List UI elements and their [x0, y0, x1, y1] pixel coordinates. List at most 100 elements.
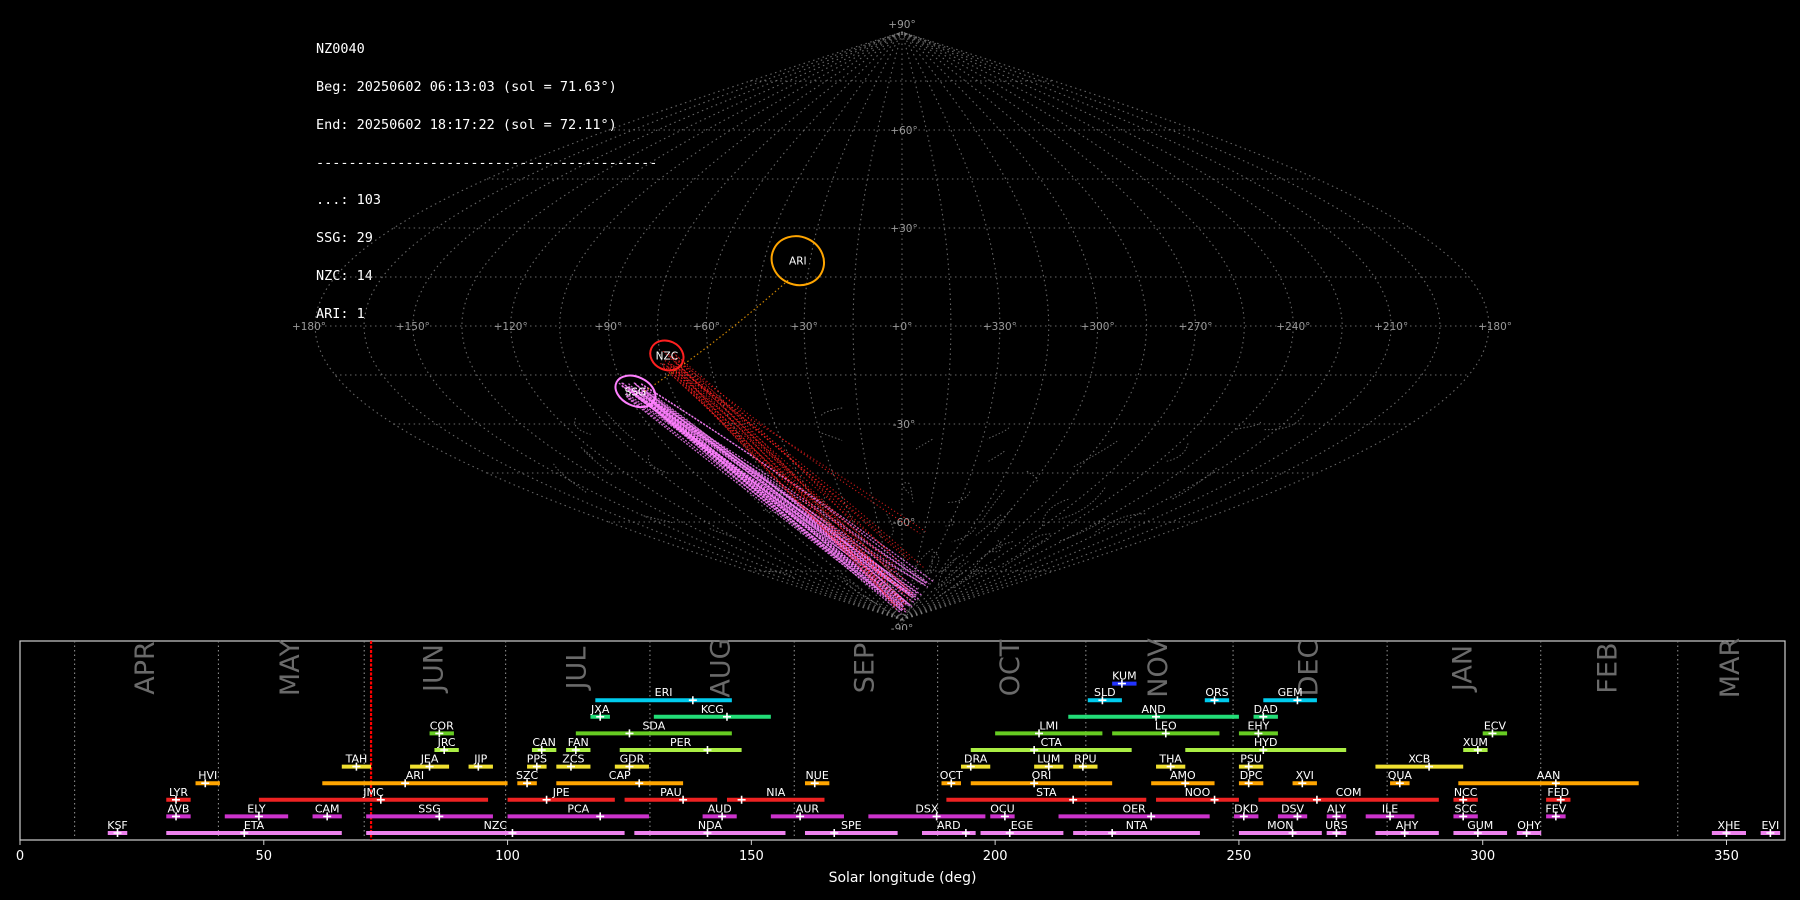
shower-label-xhe: XHE [1718, 819, 1741, 832]
shower-label-can: CAN [532, 736, 555, 749]
shower-label-pau: PAU [660, 786, 682, 799]
month-label: JAN [1447, 645, 1478, 693]
shower-label-cap: CAP [609, 769, 631, 782]
shower-label-rpu: RPU [1074, 753, 1096, 766]
shower-label-dsv: DSV [1281, 802, 1304, 815]
shower-label-cor: COR [430, 719, 454, 732]
shower-label-nue: NUE [806, 769, 829, 782]
shower-label-sta: STA [1036, 786, 1057, 799]
shower-label-ely: ELY [247, 802, 266, 815]
shower-label-gdr: GDR [620, 753, 645, 766]
shower-label-aur: AUR [796, 802, 820, 815]
shower-label-cam: CAM [315, 802, 340, 815]
shower-label-jea: JEA [420, 753, 439, 766]
shower-label-mon: MON [1267, 819, 1293, 832]
shower-label-fed: FED [1547, 786, 1569, 799]
shower-label-hvi: HVI [198, 769, 217, 782]
shower-label-hyd: HYD [1254, 736, 1277, 749]
shower-label-psu: PSU [1240, 753, 1262, 766]
shower-label-dad: DAD [1254, 703, 1278, 716]
shower-label-jrc: JRC [437, 736, 456, 749]
shower-label-sda: SDA [642, 719, 665, 732]
shower-label-evi: EVI [1762, 819, 1780, 832]
shower-label-ecv: ECV [1484, 719, 1507, 732]
shower-label-and: AND [1141, 703, 1165, 716]
shower-label-ssg: SSG [418, 802, 441, 815]
shower-label-ard: ARD [937, 819, 961, 832]
shower-label-jxa: JXA [590, 703, 610, 716]
shower-label-aud: AUD [708, 802, 732, 815]
shower-label-tah: TAH [345, 753, 368, 766]
shower-label-ege: EGE [1011, 819, 1033, 832]
shower-label-ehy: EHY [1247, 719, 1269, 732]
shower-label-lum: LUM [1037, 753, 1060, 766]
shower-label-sld: SLD [1094, 686, 1116, 699]
month-label: MAR [1715, 638, 1746, 699]
shower-label-jip: JIP [473, 753, 487, 766]
shower-label-dkd: DKD [1234, 802, 1258, 815]
shower-label-com: COM [1336, 786, 1362, 799]
shower-label-ocu: OCU [990, 802, 1014, 815]
shower-label-zcs: ZCS [562, 753, 584, 766]
x-tick-label: 0 [16, 849, 24, 864]
month-label: APR [130, 641, 161, 695]
shower-label-pps: PPS [527, 753, 547, 766]
shower-label-aan: AAN [1537, 769, 1561, 782]
shower-label-eri: ERI [655, 686, 673, 699]
shower-label-dsx: DSX [915, 802, 938, 815]
shower-label-aly: ALY [1327, 802, 1346, 815]
x-tick-label: 300 [1470, 849, 1495, 864]
shower-label-leo: LEO [1155, 719, 1177, 732]
shower-label-jpe: JPE [552, 786, 570, 799]
x-tick-label: 250 [1227, 849, 1252, 864]
month-label: JUN [418, 644, 449, 694]
shower-label-urs: URS [1325, 819, 1348, 832]
shower-label-per: PER [670, 736, 692, 749]
x-tick-label: 150 [739, 849, 764, 864]
shower-label-dra: DRA [964, 753, 988, 766]
shower-label-spe: SPE [841, 819, 862, 832]
shower-label-noo: NOO [1185, 786, 1211, 799]
shower-label-qua: QUA [1388, 769, 1413, 782]
x-axis-title: Solar longitude (deg) [829, 870, 977, 886]
shower-label-nia: NIA [766, 786, 785, 799]
shower-label-szc: SZC [516, 769, 539, 782]
shower-label-avb: AVB [168, 802, 190, 815]
shower-label-xum: XUM [1463, 736, 1488, 749]
shower-label-kcg: KCG [701, 703, 724, 716]
shower-label-ari: ARI [406, 769, 424, 782]
shower-label-tha: THA [1158, 753, 1182, 766]
x-tick-label: 350 [1714, 849, 1739, 864]
x-tick-label: 100 [495, 849, 520, 864]
month-label: MAY [275, 639, 306, 696]
shower-label-lmi: LMI [1039, 719, 1058, 732]
shower-label-nta: NTA [1126, 819, 1148, 832]
shower-label-fan: FAN [568, 736, 589, 749]
shower-label-ohy: OHY [1517, 819, 1541, 832]
shower-label-pca: PCA [567, 802, 589, 815]
shower-label-ahy: AHY [1396, 819, 1419, 832]
shower-label-ori: ORI [1032, 769, 1052, 782]
shower-label-oer: OER [1122, 802, 1146, 815]
month-label: JUL [561, 647, 592, 692]
shower-label-gum: GUM [1467, 819, 1493, 832]
shower-label-ors: ORS [1205, 686, 1228, 699]
shower-label-jmc: JMC [362, 786, 384, 799]
shower-label-amo: AMO [1170, 769, 1196, 782]
shower-label-dpc: DPC [1240, 769, 1263, 782]
shower-label-eta: ETA [244, 819, 265, 832]
shower-label-oct: OCT [940, 769, 963, 782]
shower-label-xcb: XCB [1408, 753, 1430, 766]
month-label: NOV [1143, 638, 1174, 698]
month-label: SEP [849, 643, 880, 693]
shower-label-ksf: KSF [107, 819, 128, 832]
x-tick-label: 50 [256, 849, 273, 864]
shower-label-lyr: LYR [169, 786, 188, 799]
shower-label-ncc: NCC [1454, 786, 1478, 799]
shower-timeline-chart: APR MAY JUN JUL AUG SEP OCT NOV DEC JAN FEB MARKSF E… [16, 638, 1786, 886]
shower-label-scc: SCC [1454, 802, 1477, 815]
shower-label-cta: CTA [1041, 736, 1063, 749]
month-label: FEB [1593, 642, 1624, 693]
shower-label-gem: GEM [1278, 686, 1303, 699]
shower-label-nzc: NZC [484, 819, 508, 832]
